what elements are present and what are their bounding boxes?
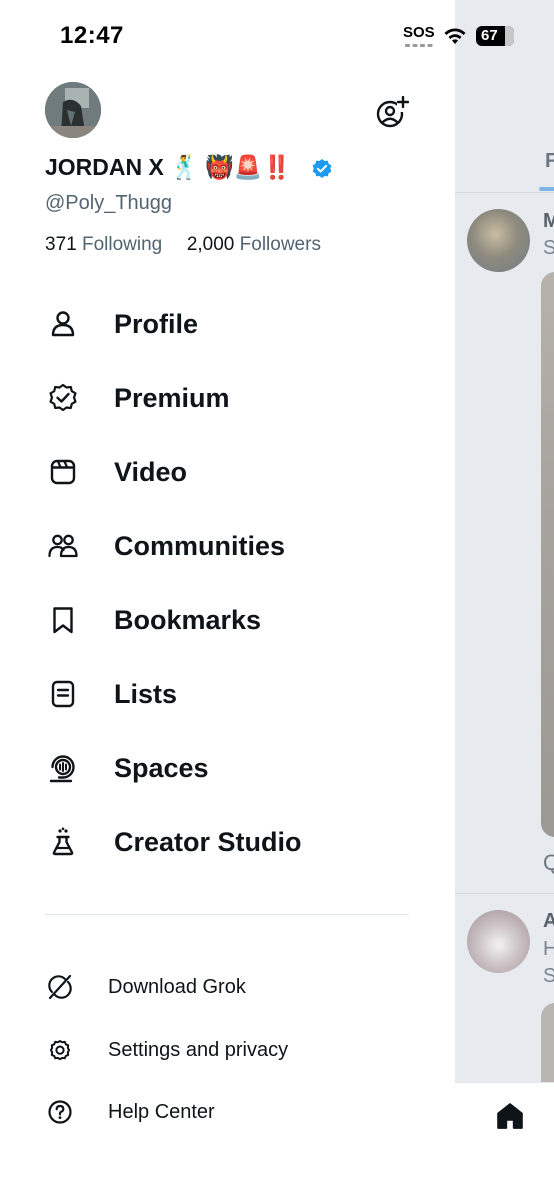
bookmark-icon <box>45 602 81 638</box>
avatar[interactable] <box>45 82 101 138</box>
battery-level: 67 <box>481 27 498 44</box>
post-author-name: A <box>543 910 554 932</box>
battery-indicator: 67 <box>476 26 514 46</box>
menu-item-label: Lists <box>114 678 178 709</box>
menu-item-label: Settings and privacy <box>108 1038 289 1061</box>
menu-item-label: Help Center <box>108 1100 215 1123</box>
user-handle: @Poly_Thugg <box>45 192 173 214</box>
menu-item-label: Profile <box>114 308 199 339</box>
post-author-name: M <box>543 210 554 232</box>
follow-stats: 371 Following 2,000 Followers <box>45 234 321 256</box>
post-media[interactable] <box>541 272 554 837</box>
flask-icon <box>45 824 81 860</box>
video-icon <box>45 454 81 490</box>
following-label: Following <box>81 234 163 255</box>
post-avatar[interactable] <box>467 209 530 272</box>
menu-item-label: Communities <box>114 530 286 561</box>
grok-icon <box>45 972 75 1002</box>
feed-tab-divider <box>455 192 554 193</box>
spaces-icon <box>45 750 81 786</box>
feed-tab-indicator <box>539 187 554 191</box>
menu-item-premium[interactable]: Premium <box>45 374 415 422</box>
following-count: 371 <box>45 234 77 255</box>
menu-item-bookmarks[interactable]: Bookmarks <box>45 596 415 644</box>
reply-icon[interactable]: Q <box>543 850 554 876</box>
background-feed: F M S Q A H S <box>455 0 554 1200</box>
followers-count: 2,000 <box>186 234 235 255</box>
display-name[interactable]: JORDAN X 🕺 👹🚨‼️ <box>45 154 291 181</box>
post-text: H <box>543 938 554 960</box>
verified-badge-icon <box>312 159 332 178</box>
status-time: 12:47 <box>60 22 124 49</box>
menu-item-communities[interactable]: Communities <box>45 522 415 570</box>
signal-dots-icon <box>405 44 433 47</box>
menu-divider <box>45 914 409 915</box>
followers-link[interactable]: 2,000 Followers <box>187 234 321 255</box>
add-account-icon[interactable] <box>373 96 409 128</box>
following-link[interactable]: 371 Following <box>45 234 162 255</box>
communities-icon <box>45 528 81 564</box>
menu-item-label: Download Grok <box>108 975 246 998</box>
post-text: S <box>543 965 554 987</box>
help-icon <box>45 1097 75 1127</box>
menu-item-lists[interactable]: Lists <box>45 670 415 718</box>
bottom-nav-bar <box>455 1082 554 1200</box>
post-media[interactable] <box>541 1003 554 1093</box>
feed-tab-label[interactable]: F <box>545 150 554 173</box>
list-icon <box>45 676 81 712</box>
menu-item-download-grok[interactable]: Download Grok <box>45 967 415 1007</box>
home-icon[interactable] <box>495 1101 525 1131</box>
post-divider <box>455 893 554 894</box>
menu-item-creator-studio[interactable]: Creator Studio <box>45 818 415 866</box>
menu-item-help-center[interactable]: Help Center <box>45 1092 415 1132</box>
status-carrier: SOS <box>403 24 435 41</box>
menu-item-label: Bookmarks <box>114 604 262 635</box>
wifi-icon <box>444 28 466 44</box>
menu-item-spaces[interactable]: Spaces <box>45 744 415 792</box>
menu-item-label: Video <box>114 456 188 487</box>
post-text: S <box>543 237 554 259</box>
menu-item-settings[interactable]: Settings and privacy <box>45 1030 415 1070</box>
menu-item-label: Creator Studio <box>114 826 302 857</box>
menu-item-video[interactable]: Video <box>45 448 415 496</box>
post-avatar[interactable] <box>467 910 530 973</box>
menu-item-profile[interactable]: Profile <box>45 300 415 348</box>
menu-item-label: Spaces <box>114 752 209 783</box>
followers-label: Followers <box>239 234 321 255</box>
menu-item-label: Premium <box>114 382 230 413</box>
gear-icon <box>45 1035 75 1065</box>
badge-check-icon <box>45 380 81 416</box>
person-icon <box>45 306 81 342</box>
